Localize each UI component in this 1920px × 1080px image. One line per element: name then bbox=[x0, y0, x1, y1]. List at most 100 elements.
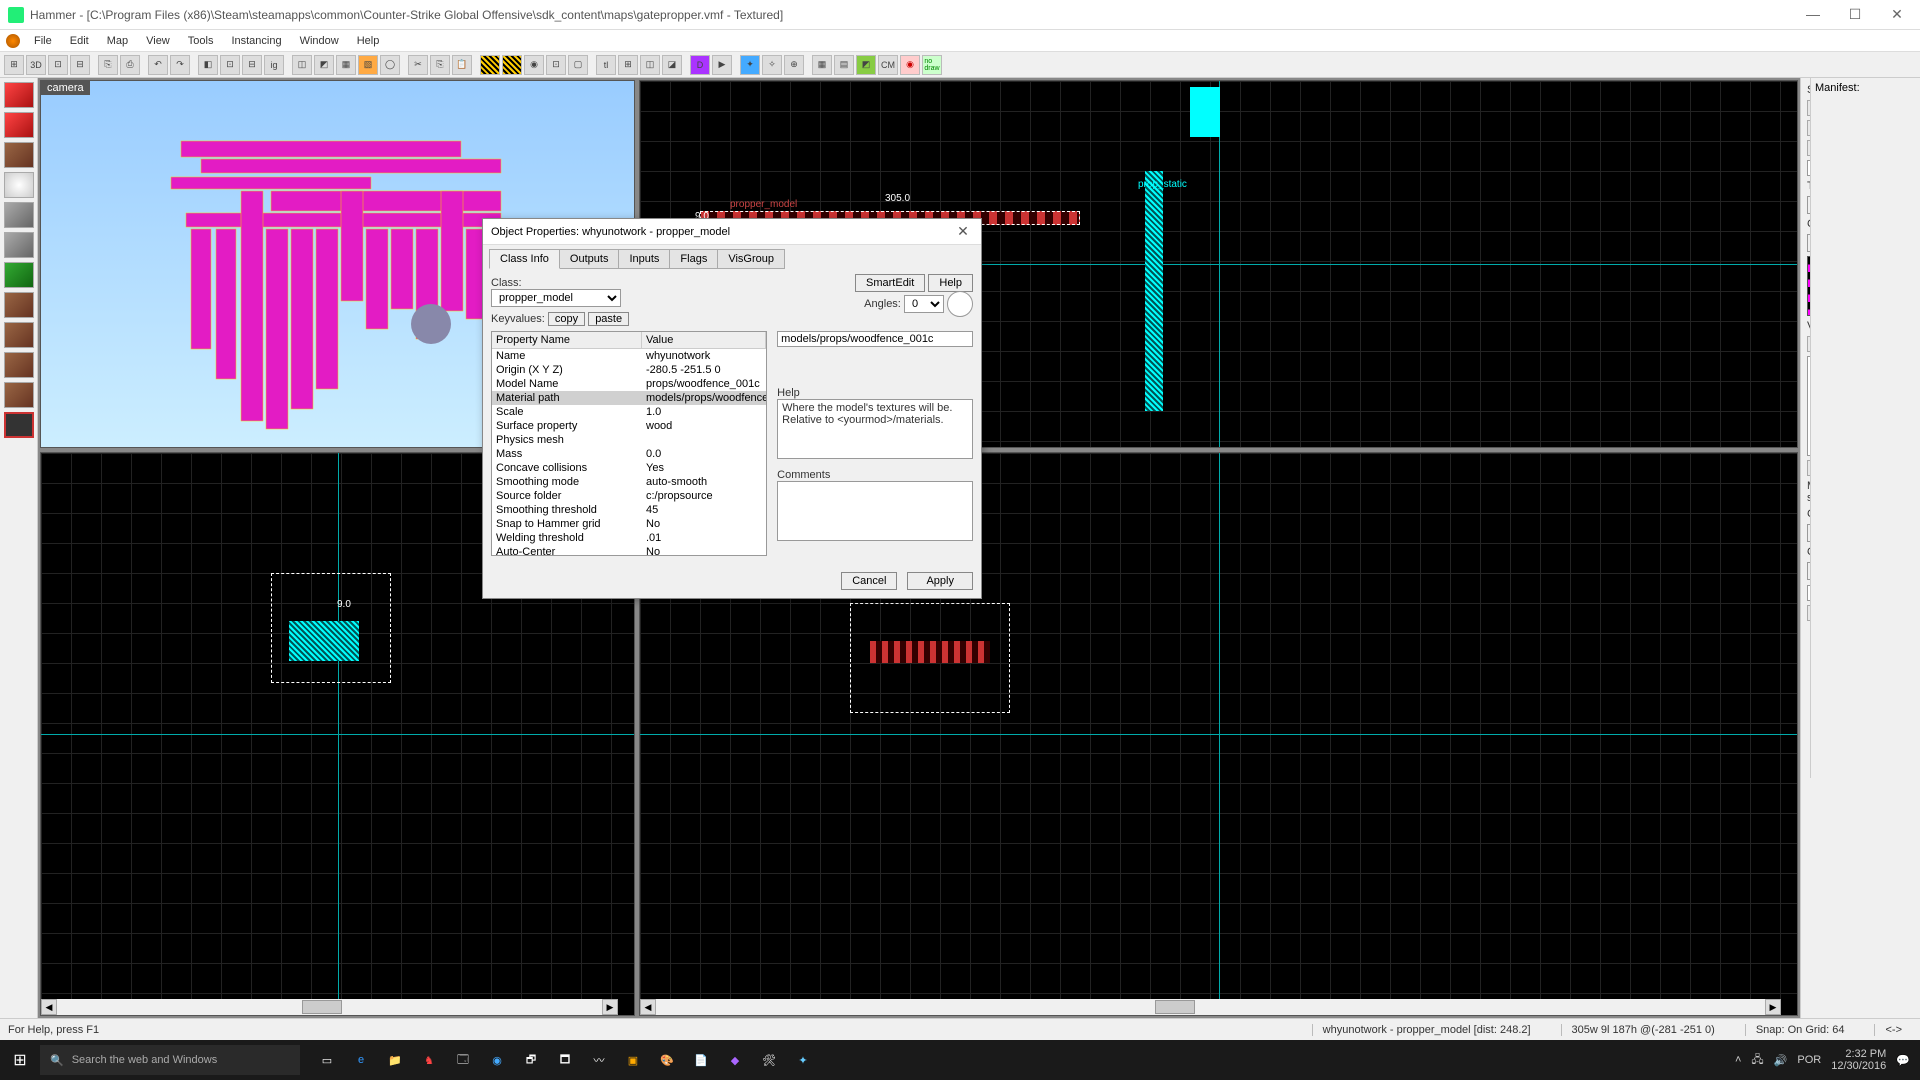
task-hammer-icon[interactable]: ✦ bbox=[786, 1043, 820, 1077]
tool-fade[interactable]: ▤ bbox=[834, 55, 854, 75]
cancel-button[interactable]: Cancel bbox=[841, 572, 897, 590]
tool-grid[interactable]: ⊞ bbox=[4, 55, 24, 75]
tray-up-icon[interactable]: ˄ bbox=[1735, 1054, 1741, 1066]
menu-instancing[interactable]: Instancing bbox=[223, 33, 289, 49]
tool-helper3[interactable]: ⊕ bbox=[784, 55, 804, 75]
close-button[interactable]: ✕ bbox=[1882, 6, 1912, 23]
tool-helper2[interactable]: ✧ bbox=[762, 55, 782, 75]
tool-align[interactable]: ⊞ bbox=[618, 55, 638, 75]
tool-portal[interactable]: ◉ bbox=[900, 55, 920, 75]
dialog-titlebar[interactable]: Object Properties: whyunotwork - propper… bbox=[483, 219, 981, 245]
tool-group[interactable]: ⊡ bbox=[220, 55, 240, 75]
tool-cordon2[interactable] bbox=[480, 55, 500, 75]
tool-sel[interactable]: ▢ bbox=[568, 55, 588, 75]
property-row[interactable]: Auto-CenterNo bbox=[492, 545, 766, 556]
property-row[interactable]: Welding threshold.01 bbox=[492, 531, 766, 545]
task-app7-icon[interactable]: 🎨 bbox=[650, 1043, 684, 1077]
task-app8-icon[interactable]: 📄 bbox=[684, 1043, 718, 1077]
property-row[interactable]: Model Nameprops/woodfence_001c bbox=[492, 377, 766, 391]
tool-run[interactable]: ▶ bbox=[712, 55, 732, 75]
tab-inputs[interactable]: Inputs bbox=[618, 249, 670, 269]
tool-ungroup[interactable]: ⊟ bbox=[242, 55, 262, 75]
tool-hide[interactable]: ◫ bbox=[292, 55, 312, 75]
tool-tex-lock2[interactable]: ⊡ bbox=[546, 55, 566, 75]
tool-show[interactable]: ◩ bbox=[314, 55, 334, 75]
tool-dx[interactable]: D bbox=[690, 55, 710, 75]
property-row[interactable]: Concave collisionsYes bbox=[492, 461, 766, 475]
tool-magnify[interactable] bbox=[4, 112, 34, 138]
tool-vertex[interactable] bbox=[4, 382, 34, 408]
tray-clock[interactable]: 2:32 PM 12/30/2016 bbox=[1831, 1048, 1886, 1072]
maximize-button[interactable]: ☐ bbox=[1840, 6, 1870, 23]
tool-tl[interactable]: tl bbox=[596, 55, 616, 75]
tool-copy[interactable]: ⎘ bbox=[430, 55, 450, 75]
menu-tools[interactable]: Tools bbox=[180, 33, 222, 49]
task-view-icon[interactable]: ▭ bbox=[310, 1043, 344, 1077]
tool-cordon[interactable]: ▧ bbox=[358, 55, 378, 75]
menu-map[interactable]: Map bbox=[99, 33, 136, 49]
tab-visgroup[interactable]: VisGroup bbox=[717, 249, 785, 269]
task-app6-icon[interactable]: ▣ bbox=[616, 1043, 650, 1077]
tool-carve[interactable]: ◧ bbox=[198, 55, 218, 75]
menu-file[interactable]: File bbox=[26, 33, 60, 49]
tray-network-icon[interactable]: 🖧 bbox=[1751, 1051, 1763, 1070]
tool-models[interactable]: ▦ bbox=[812, 55, 832, 75]
tool-load[interactable]: ⎘ bbox=[98, 55, 118, 75]
tool-block[interactable] bbox=[4, 202, 34, 228]
help-button[interactable]: Help bbox=[928, 274, 973, 292]
tool-texture[interactable] bbox=[4, 232, 34, 258]
menu-window[interactable]: Window bbox=[292, 33, 347, 49]
tool-cordon3[interactable] bbox=[502, 55, 522, 75]
tool-cm[interactable]: CM bbox=[878, 55, 898, 75]
tool-overlay[interactable] bbox=[4, 322, 34, 348]
tool-disp2[interactable]: ◪ bbox=[662, 55, 682, 75]
property-table[interactable]: Property Name Value NamewhyunotworkOrigi… bbox=[491, 331, 767, 556]
task-edge-icon[interactable]: e bbox=[344, 1043, 378, 1077]
tool-grid2[interactable]: ⊟ bbox=[70, 55, 90, 75]
tray-lang[interactable]: POR bbox=[1797, 1054, 1821, 1066]
task-app9-icon[interactable]: ◆ bbox=[718, 1043, 752, 1077]
tool-helper1[interactable]: ✦ bbox=[740, 55, 760, 75]
property-row[interactable]: Smoothing threshold45 bbox=[492, 503, 766, 517]
task-explorer-icon[interactable]: 📁 bbox=[378, 1043, 412, 1077]
tool-cordonsel[interactable]: ▦ bbox=[336, 55, 356, 75]
tool-save[interactable]: ⎙ bbox=[120, 55, 140, 75]
property-row[interactable]: Mass0.0 bbox=[492, 447, 766, 461]
apply-button[interactable]: Apply bbox=[907, 572, 973, 590]
tool-undo[interactable]: ↶ bbox=[148, 55, 168, 75]
angles-compass[interactable] bbox=[947, 291, 973, 317]
viewport-front-scrollbar[interactable]: ◀▶ bbox=[41, 999, 618, 1015]
start-button[interactable]: ⊞ bbox=[0, 1040, 40, 1080]
task-steam-icon[interactable]: ◉ bbox=[480, 1043, 514, 1077]
tool-collision[interactable]: ◩ bbox=[856, 55, 876, 75]
tray-notifications-icon[interactable]: 💬 bbox=[1896, 1054, 1910, 1067]
menu-edit[interactable]: Edit bbox=[62, 33, 97, 49]
smartedit-button[interactable]: SmartEdit bbox=[855, 274, 925, 292]
tool-snap[interactable]: ⊡ bbox=[48, 55, 68, 75]
tool-entity[interactable] bbox=[4, 172, 34, 198]
dialog-close-icon[interactable]: ✕ bbox=[953, 223, 973, 240]
menu-view[interactable]: View bbox=[138, 33, 178, 49]
property-row[interactable]: Material pathmodels/props/woodfence_001c bbox=[492, 391, 766, 405]
tool-cut[interactable]: ✂ bbox=[408, 55, 428, 75]
property-row[interactable]: Namewhyunotwork bbox=[492, 349, 766, 363]
task-app3-icon[interactable]: 🗗 bbox=[514, 1043, 548, 1077]
menu-help[interactable]: Help bbox=[349, 33, 388, 49]
property-value-input[interactable] bbox=[777, 331, 973, 347]
angles-select[interactable]: 0 bbox=[904, 295, 944, 313]
tool-disp[interactable]: ◫ bbox=[640, 55, 660, 75]
tool-decal[interactable] bbox=[4, 292, 34, 318]
property-row[interactable]: Physics mesh bbox=[492, 433, 766, 447]
tool-path[interactable] bbox=[4, 412, 34, 438]
property-row[interactable]: Surface propertywood bbox=[492, 419, 766, 433]
property-row[interactable]: Smoothing modeauto-smooth bbox=[492, 475, 766, 489]
kv-paste-button[interactable]: paste bbox=[588, 312, 629, 326]
comments-box[interactable] bbox=[777, 481, 973, 541]
tab-classinfo[interactable]: Class Info bbox=[489, 249, 560, 269]
task-app1-icon[interactable]: ♞ bbox=[412, 1043, 446, 1077]
tab-flags[interactable]: Flags bbox=[669, 249, 718, 269]
viewport-side-scrollbar[interactable]: ◀▶ bbox=[640, 999, 1781, 1015]
tool-3d[interactable]: 3D bbox=[26, 55, 46, 75]
task-app5-icon[interactable]: 〰 bbox=[582, 1043, 616, 1077]
tab-outputs[interactable]: Outputs bbox=[559, 249, 620, 269]
